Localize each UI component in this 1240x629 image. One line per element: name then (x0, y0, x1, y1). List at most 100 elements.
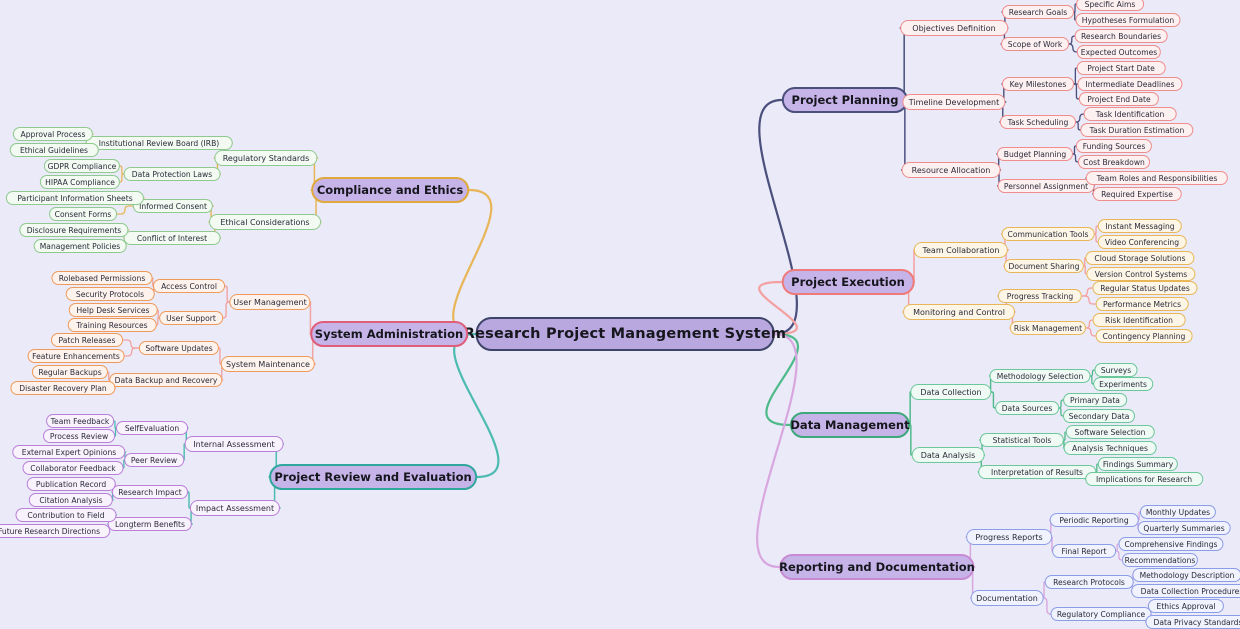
node-future-research-directions[interactable]: Future Research Directions (0, 524, 110, 538)
node-participant-information-sheets[interactable]: Participant Information Sheets (5, 191, 145, 205)
node-disaster-recovery-plan[interactable]: Disaster Recovery Plan (10, 381, 116, 395)
node-interpretation-of-results[interactable]: Interpretation of Results (978, 465, 1096, 479)
node-document-sharing[interactable]: Document Sharing (1003, 259, 1085, 273)
node-required-expertise[interactable]: Required Expertise (1092, 187, 1182, 201)
node-intermediate-deadlines[interactable]: Intermediate Deadlines (1077, 77, 1183, 91)
node-experiments[interactable]: Experiments (1093, 377, 1153, 391)
node-management-policies[interactable]: Management Policies (33, 239, 127, 253)
node-resource-allocation[interactable]: Resource Allocation (901, 162, 1001, 178)
node-project-start-date[interactable]: Project Start Date (1076, 61, 1166, 75)
node-selfevaluation[interactable]: SelfEvaluation (116, 421, 188, 435)
node-collaborator-feedback[interactable]: Collaborator Feedback (22, 461, 124, 475)
node-task-duration-estimation[interactable]: Task Duration Estimation (1080, 123, 1194, 137)
branch-node-compliance-ethics[interactable]: Compliance and Ethics (311, 177, 469, 203)
node-contribution-to-field[interactable]: Contribution to Field (15, 508, 117, 522)
branch-node-system-administration[interactable]: System Administration (310, 321, 468, 347)
node-objectives-definition[interactable]: Objectives Definition (900, 20, 1008, 36)
node-methodology-description[interactable]: Methodology Description (1132, 568, 1240, 582)
node-security-protocols[interactable]: Security Protocols (65, 287, 155, 301)
node-data-analysis[interactable]: Data Analysis (911, 447, 985, 463)
node-rolebased-permissions[interactable]: Rolebased Permissions (51, 271, 153, 285)
node-team-roles-and-responsibilities[interactable]: Team Roles and Responsibilities (1085, 171, 1229, 185)
node-research-boundaries[interactable]: Research Boundaries (1074, 29, 1168, 43)
node-research-impact[interactable]: Research Impact (111, 485, 189, 499)
node-consent-forms[interactable]: Consent Forms (49, 207, 117, 221)
node-process-review[interactable]: Process Review (43, 429, 115, 443)
node-timeline-development[interactable]: Timeline Development (902, 94, 1006, 110)
node-team-feedback[interactable]: Team Feedback (46, 414, 114, 428)
node-research-protocols[interactable]: Research Protocols (1044, 575, 1134, 589)
branch-node-project-execution[interactable]: Project Execution (781, 269, 915, 295)
node-regulatory-standards[interactable]: Regulatory Standards (214, 150, 318, 166)
node-data-sources[interactable]: Data Sources (995, 401, 1059, 415)
node-funding-sources[interactable]: Funding Sources (1075, 139, 1153, 153)
node-conflict-of-interest[interactable]: Conflict of Interest (123, 231, 221, 245)
node-software-selection[interactable]: Software Selection (1065, 425, 1155, 439)
node-surveys[interactable]: Surveys (1094, 363, 1138, 377)
node-impact-assessment[interactable]: Impact Assessment (189, 500, 281, 516)
node-regulatory-compliance[interactable]: Regulatory Compliance (1050, 607, 1152, 621)
node-expected-outcomes[interactable]: Expected Outcomes (1076, 45, 1162, 59)
node-peer-review[interactable]: Peer Review (124, 453, 184, 467)
node-feature-enhancements[interactable]: Feature Enhancements (27, 349, 125, 363)
node-recommendations[interactable]: Recommendations (1121, 553, 1199, 567)
node-project-end-date[interactable]: Project End Date (1078, 92, 1160, 106)
node-longterm-benefits[interactable]: Longterm Benefits (107, 517, 193, 531)
node-comprehensive-findings[interactable]: Comprehensive Findings (1118, 537, 1224, 551)
node-system-maintenance[interactable]: System Maintenance (220, 356, 316, 372)
node-monthly-updates[interactable]: Monthly Updates (1139, 505, 1217, 519)
node-risk-management[interactable]: Risk Management (1009, 321, 1087, 335)
branch-node-reporting-documentation[interactable]: Reporting and Documentation (779, 554, 975, 580)
branch-node-data-management[interactable]: Data Management (790, 412, 910, 438)
node-findings-summary[interactable]: Findings Summary (1097, 457, 1179, 471)
node-software-updates[interactable]: Software Updates (138, 341, 220, 355)
node-risk-identification[interactable]: Risk Identification (1092, 313, 1186, 327)
node-specific-aims[interactable]: Specific Aims (1076, 0, 1144, 11)
node-help-desk-services[interactable]: Help Desk Services (68, 303, 158, 317)
branch-node-project-planning[interactable]: Project Planning (781, 87, 909, 113)
node-user-management[interactable]: User Management (229, 294, 311, 310)
node-citation-analysis[interactable]: Citation Analysis (28, 493, 114, 507)
node-data-collection-procedures[interactable]: Data Collection Procedures (1131, 584, 1240, 598)
node-ethical-considerations[interactable]: Ethical Considerations (209, 214, 321, 230)
node-documentation[interactable]: Documentation (970, 590, 1044, 606)
node-methodology-selection[interactable]: Methodology Selection (989, 369, 1091, 383)
node-task-identification[interactable]: Task Identification (1083, 107, 1177, 121)
node-statistical-tools[interactable]: Statistical Tools (979, 433, 1065, 447)
node-implications-for-research[interactable]: Implications for Research (1085, 472, 1203, 486)
node-instant-messaging[interactable]: Instant Messaging (1097, 219, 1183, 233)
node-communication-tools[interactable]: Communication Tools (1001, 227, 1095, 241)
node-data-backup-and-recovery[interactable]: Data Backup and Recovery (109, 373, 223, 387)
node-cloud-storage-solutions[interactable]: Cloud Storage Solutions (1085, 251, 1195, 265)
node-periodic-reporting[interactable]: Periodic Reporting (1049, 513, 1139, 527)
node-publication-record[interactable]: Publication Record (26, 477, 116, 491)
node-hipaa-compliance[interactable]: HIPAA Compliance (39, 175, 121, 189)
root-node[interactable]: Research Project Management System (464, 317, 786, 351)
node-progress-reports[interactable]: Progress Reports (966, 529, 1052, 545)
node-external-expert-opinions[interactable]: External Expert Opinions (12, 445, 126, 459)
node-monitoring-and-control[interactable]: Monitoring and Control (903, 304, 1015, 320)
node-analysis-techniques[interactable]: Analysis Techniques (1063, 441, 1157, 455)
node-budget-planning[interactable]: Budget Planning (996, 147, 1074, 161)
node-informed-consent[interactable]: Informed Consent (132, 199, 214, 213)
node-training-resources[interactable]: Training Resources (67, 318, 157, 332)
node-key-milestones[interactable]: Key Milestones (1002, 77, 1074, 91)
node-task-scheduling[interactable]: Task Scheduling (999, 115, 1077, 129)
branch-node-project-review-evaluation[interactable]: Project Review and Evaluation (269, 464, 477, 490)
node-data-collection[interactable]: Data Collection (910, 384, 992, 400)
node-internal-assessment[interactable]: Internal Assessment (184, 436, 284, 452)
node-regular-backups[interactable]: Regular Backups (31, 365, 109, 379)
node-team-collaboration[interactable]: Team Collaboration (913, 242, 1009, 258)
node-ethics-approval[interactable]: Ethics Approval (1147, 599, 1225, 613)
node-data-protection-laws[interactable]: Data Protection Laws (123, 167, 221, 181)
node-final-report[interactable]: Final Report (1052, 544, 1116, 558)
node-research-goals[interactable]: Research Goals (1002, 5, 1074, 19)
node-hypotheses-formulation[interactable]: Hypotheses Formulation (1075, 13, 1181, 27)
node-institutional-review-board-irb[interactable]: Institutional Review Board (IRB) (85, 136, 233, 150)
node-scope-of-work[interactable]: Scope of Work (1001, 37, 1069, 51)
node-cost-breakdown[interactable]: Cost Breakdown (1078, 155, 1150, 169)
node-progress-tracking[interactable]: Progress Tracking (997, 289, 1083, 303)
node-regular-status-updates[interactable]: Regular Status Updates (1092, 281, 1198, 295)
node-user-support[interactable]: User Support (159, 311, 223, 325)
node-primary-data[interactable]: Primary Data (1063, 393, 1127, 407)
